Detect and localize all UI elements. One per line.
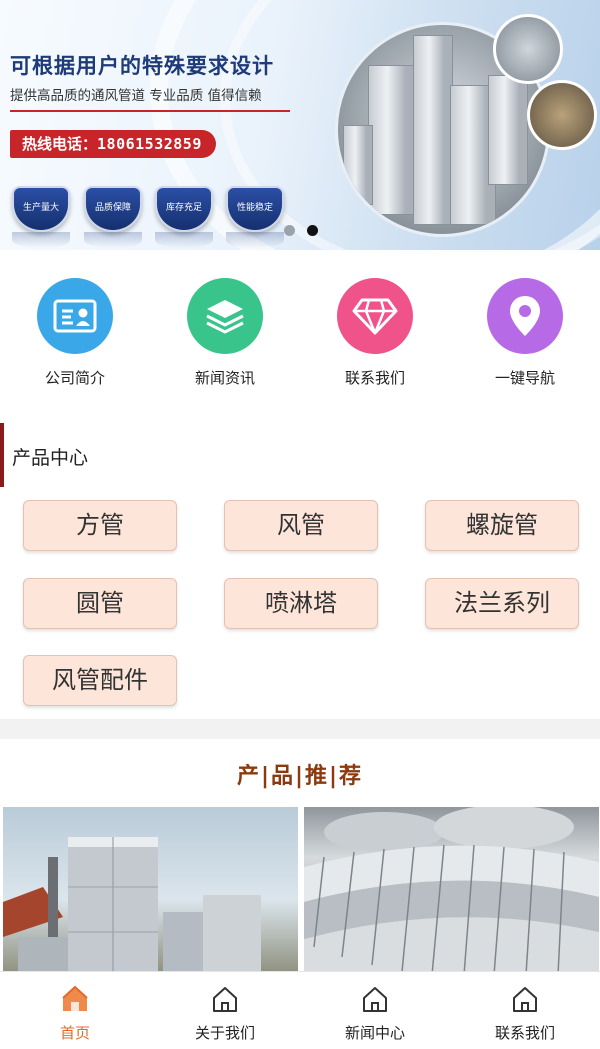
tab-home[interactable]: 首页 — [0, 972, 150, 1049]
badge-reflection — [12, 232, 70, 248]
tab-label: 联系我们 — [494, 1024, 555, 1042]
quick-link-news[interactable]: 新闻资讯 — [170, 278, 280, 388]
category-button[interactable]: 圆管 — [23, 578, 177, 629]
badge-reflection — [84, 232, 142, 248]
carousel-dot[interactable] — [284, 225, 295, 236]
tab-about[interactable]: 关于我们 — [150, 972, 300, 1049]
quick-link-company-intro[interactable]: 公司简介 — [20, 278, 130, 388]
location-pin-icon — [487, 278, 563, 354]
product-image-spiral-duct[interactable] — [304, 807, 599, 975]
carousel-dot-active[interactable] — [307, 225, 318, 236]
category-button[interactable]: 法兰系列 — [425, 578, 579, 629]
badge-reflection — [226, 232, 284, 248]
badge-shield: 品质保障 — [84, 186, 142, 232]
home-icon — [363, 987, 387, 1012]
tab-label: 首页 — [59, 1024, 90, 1042]
quick-link-navigation[interactable]: 一键导航 — [470, 278, 580, 388]
home-icon — [62, 985, 88, 1011]
section-title: 产品中心 — [12, 447, 89, 469]
hotline-number: 18061532859 — [97, 135, 202, 153]
banner-inset-photo — [493, 14, 563, 84]
bottom-nav: 首页 关于我们 新闻中心 联系我们 — [0, 971, 600, 1049]
category-button[interactable]: 喷淋塔 — [224, 578, 378, 629]
id-card-icon — [37, 278, 113, 354]
category-button[interactable]: 风管配件 — [23, 655, 177, 706]
banner-divider — [10, 110, 290, 112]
category-button[interactable]: 螺旋管 — [425, 500, 579, 551]
home-icon — [513, 987, 537, 1012]
product-center-header: 产品中心 — [0, 423, 600, 487]
section-accent-bar — [0, 423, 4, 487]
recommend-title: 产|品|推|荐 — [236, 764, 364, 789]
category-button[interactable]: 方管 — [23, 500, 177, 551]
badge-shield: 库存充足 — [155, 186, 213, 232]
hero-banner[interactable]: 可根据用户的特殊要求设计 提供高品质的通风管道 专业品质 值得信赖 热线电话：1… — [0, 0, 600, 250]
banner-inset-photo — [527, 80, 597, 150]
quick-link-label: 新闻资讯 — [194, 369, 255, 387]
quick-link-label: 公司简介 — [44, 369, 105, 387]
tab-news[interactable]: 新闻中心 — [300, 972, 450, 1049]
banner-subtitle: 提供高品质的通风管道 专业品质 值得信赖 — [10, 88, 262, 104]
hotline-label: 热线电话： — [22, 135, 98, 153]
quick-link-label: 联系我们 — [344, 369, 405, 387]
quick-link-label: 一键导航 — [494, 369, 555, 387]
quick-links: 公司简介 新闻资讯 联系我们 一键导航 — [0, 250, 600, 420]
category-button[interactable]: 风管 — [224, 500, 378, 551]
badge-reflection — [155, 232, 213, 248]
badge-shield: 生产量大 — [12, 186, 70, 232]
hotline-badge: 热线电话：18061532859 — [10, 130, 216, 158]
tab-label: 新闻中心 — [344, 1024, 405, 1042]
layers-icon — [187, 278, 263, 354]
product-image-square-duct[interactable] — [3, 807, 298, 975]
section-separator — [0, 719, 600, 739]
tab-label: 关于我们 — [194, 1024, 255, 1042]
diamond-icon — [337, 278, 413, 354]
banner-title: 可根据用户的特殊要求设计 — [10, 54, 274, 78]
home-icon — [213, 987, 237, 1012]
tab-contact[interactable]: 联系我们 — [450, 972, 600, 1049]
quick-link-contact[interactable]: 联系我们 — [320, 278, 430, 388]
